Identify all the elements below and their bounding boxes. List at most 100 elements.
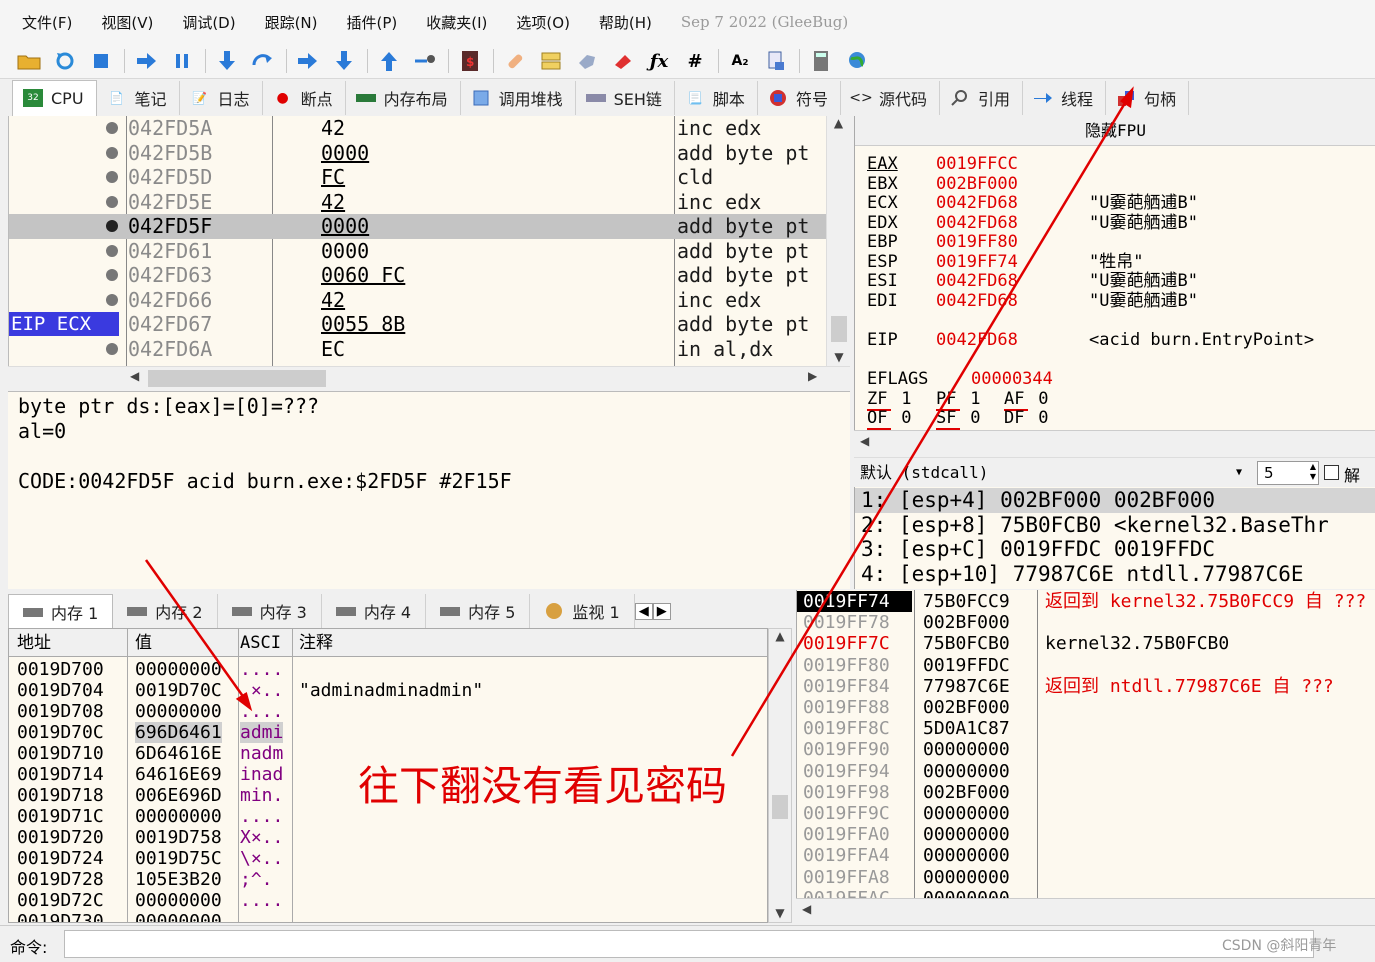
dump-row[interactable]: 0019D708 00000000....: [9, 701, 767, 722]
scroll-left-icon[interactable]: ◀: [860, 434, 869, 448]
menu-favourites[interactable]: 收藏夹(I): [426, 12, 487, 33]
tab-log[interactable]: 📝 日志: [180, 80, 263, 115]
patch-icon[interactable]: [500, 48, 530, 74]
trace-into-icon[interactable]: [293, 48, 323, 74]
stack-row[interactable]: 0019FFAC 00000000: [797, 888, 1375, 898]
hash-icon[interactable]: #: [680, 48, 710, 74]
globe-icon[interactable]: [842, 48, 872, 74]
disasm-row[interactable]: 042FD5E 42 inc edx: [9, 190, 830, 215]
dump-row[interactable]: 0019D704 0019D70C .×.. "adminadminadmin": [9, 680, 767, 701]
registers-horizontal-scrollbar[interactable]: ◀: [854, 430, 1375, 456]
stack-row[interactable]: 0019FF7C 75B0FCB0 kernel32.75B0FCB0: [797, 633, 1375, 654]
disasm-vertical-scrollbar[interactable]: ▲ ▼: [826, 116, 850, 366]
header-value[interactable]: 值: [135, 629, 152, 657]
labels-icon[interactable]: [572, 48, 602, 74]
scroll-right-icon[interactable]: ▶: [808, 369, 817, 383]
scroll-thumb[interactable]: [831, 316, 847, 342]
stack-view[interactable]: 0019FF74 75B0FCC9 返回到 kernel32.75B0FCC9 自 …: [796, 590, 1375, 898]
dump-row[interactable]: 0019D700 00000000....: [9, 659, 767, 680]
scroll-thumb[interactable]: [772, 795, 788, 819]
scroll-thumb[interactable]: [148, 370, 326, 387]
disasm-row[interactable]: 042FD5A 42 inc edx: [9, 116, 830, 141]
scroll-up-icon[interactable]: ▲: [769, 629, 791, 643]
menu-view[interactable]: 视图(V): [101, 12, 153, 33]
breakpoint-dot[interactable]: [106, 195, 118, 208]
dump-row[interactable]: 0019D70C 696D6461 admi: [9, 722, 767, 743]
menu-trace[interactable]: 跟踪(N): [265, 12, 318, 33]
tab-threads[interactable]: 线程: [1023, 80, 1106, 115]
disasm-row-selected[interactable]: 042FD5F 0000 add byte pt: [9, 214, 830, 239]
flag-df[interactable]: DF 0: [1004, 408, 1049, 430]
tab-memory-4[interactable]: 内存 4: [322, 594, 427, 628]
tab-memory-1[interactable]: 内存 1: [8, 594, 114, 628]
menu-debug[interactable]: 调试(D): [182, 12, 235, 33]
stack-row[interactable]: 0019FF9C 00000000: [797, 803, 1375, 824]
breakpoint-dot[interactable]: [106, 122, 118, 134]
flag-of[interactable]: OF 0: [867, 408, 912, 430]
header-comment[interactable]: 注释: [299, 629, 333, 657]
stack-row[interactable]: 0019FF84 77987C6E 返回到 ntdll.77987C6E 自 ???: [797, 676, 1375, 697]
menu-help[interactable]: 帮助(H): [599, 12, 652, 33]
tab-watch-1[interactable]: 监视 1: [530, 594, 635, 628]
open-folder-icon[interactable]: [14, 48, 44, 74]
comments-icon[interactable]: [536, 48, 566, 74]
tab-handles[interactable]: 句柄: [1106, 80, 1190, 115]
disasm-row[interactable]: 042FD67 0055 8B add byte pt: [9, 312, 830, 337]
breakpoint-dot[interactable]: [106, 269, 118, 281]
stack-row[interactable]: 0019FFA0 00000000: [797, 824, 1375, 845]
document-icon[interactable]: [761, 48, 791, 74]
dump-row[interactable]: 0019D72C 00000000....: [9, 890, 767, 911]
argument-count-spinner[interactable]: 5 ▲ ▼: [1257, 461, 1319, 485]
disassembly-view[interactable]: 042FD5A 42 inc edx 042FD5B 0000 add byte pt …: [8, 116, 830, 366]
breakpoint-dot[interactable]: [106, 244, 118, 257]
menu-file[interactable]: 文件(F): [22, 12, 72, 33]
register-value[interactable]: 0019FF74: [936, 252, 1018, 272]
argument-row[interactable]: 4: [esp+10] 77987C6E ntdll.77987C6E: [861, 562, 1304, 587]
scroll-down-icon[interactable]: ▼: [827, 350, 851, 364]
argument-row[interactable]: 3: [esp+C] 0019FFDC 0019FFDC: [861, 537, 1215, 562]
disasm-row[interactable]: 042FD61 0000 add byte pt: [9, 239, 830, 264]
functions-icon[interactable]: ƒx: [644, 48, 674, 74]
register-value[interactable]: 0042FD68: [936, 330, 1018, 350]
scroll-left-icon[interactable]: ◀: [130, 369, 139, 383]
unlock-checkbox[interactable]: [1324, 465, 1339, 480]
stack-row[interactable]: 0019FF80 0019FFDC: [797, 655, 1375, 676]
register-value[interactable]: 0042FD68: [936, 271, 1018, 291]
run-icon[interactable]: [131, 48, 161, 74]
register-value[interactable]: 0019FFCC: [936, 154, 1018, 174]
dump-vertical-scrollbar[interactable]: ▲ ▼: [768, 628, 792, 923]
register-value[interactable]: 00000344: [971, 369, 1053, 389]
disasm-row[interactable]: 042FD63 0060 FC add byte pt: [9, 263, 830, 288]
argument-row[interactable]: 1: [esp+4] 002BF000 002BF000: [855, 488, 1375, 513]
stack-row[interactable]: 0019FF98 002BF000: [797, 782, 1375, 803]
breakpoint-dot[interactable]: [106, 220, 118, 232]
tab-call-stack[interactable]: 调用堆栈: [461, 80, 576, 115]
step-over-icon[interactable]: [248, 48, 278, 74]
stack-row[interactable]: 0019FF78 002BF000: [797, 612, 1375, 633]
calculator-icon[interactable]: [806, 48, 836, 74]
stack-row[interactable]: 0019FF74 75B0FCC9 返回到 kernel32.75B0FCC9 自 …: [797, 591, 1375, 612]
header-ascii[interactable]: ASCI: [240, 629, 281, 657]
command-input[interactable]: [64, 930, 1314, 958]
stack-row[interactable]: 0019FF90 00000000: [797, 739, 1375, 760]
bookmarks-icon[interactable]: [608, 48, 638, 74]
stack-row[interactable]: 0019FF94 00000000: [797, 761, 1375, 782]
disasm-row[interactable]: 042FD6A EC in al,dx: [9, 337, 830, 362]
tab-scroll-left-icon[interactable]: ◀: [634, 602, 653, 620]
header-address[interactable]: 地址: [17, 629, 51, 657]
tab-symbols[interactable]: 符号: [758, 80, 841, 115]
tab-cpu[interactable]: 32 CPU: [12, 79, 97, 116]
disasm-horizontal-scrollbar[interactable]: ◀ ▶: [8, 366, 850, 390]
register-value[interactable]: 0042FD68: [936, 193, 1018, 213]
stack-row[interactable]: 0019FFA4 00000000: [797, 845, 1375, 866]
register-value[interactable]: 0019FF80: [936, 232, 1018, 252]
tab-script[interactable]: 📃 脚本: [675, 80, 758, 115]
dump-row[interactable]: 0019D730 00000000....: [9, 911, 767, 922]
stack-row[interactable]: 0019FF88 002BF000: [797, 697, 1375, 718]
spinner-arrows-icon[interactable]: ▲ ▼: [1310, 462, 1316, 482]
disasm-row[interactable]: 042FD5D FC cld: [9, 165, 830, 190]
disasm-row[interactable]: 042FD5B 0000 add byte pt: [9, 141, 830, 166]
scroll-up-icon[interactable]: ▲: [827, 116, 850, 130]
trace-over-icon[interactable]: [329, 48, 359, 74]
scroll-down-icon[interactable]: ▼: [769, 906, 791, 920]
